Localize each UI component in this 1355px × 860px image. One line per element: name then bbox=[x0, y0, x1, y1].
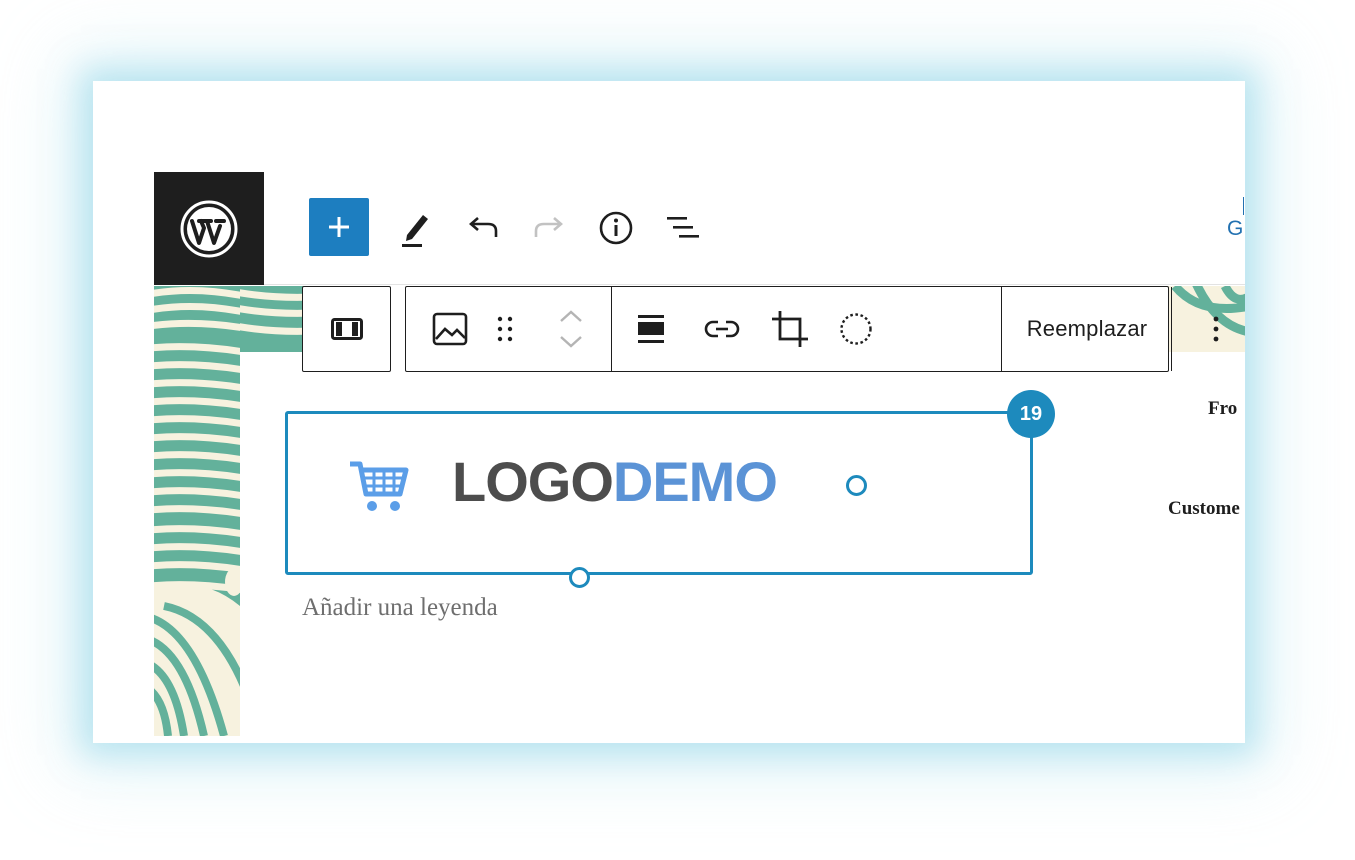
chevron-down-icon[interactable] bbox=[558, 334, 584, 350]
block-toolbar: Reemplazar bbox=[405, 286, 1219, 372]
details-button[interactable] bbox=[586, 198, 646, 258]
wordpress-logo-button[interactable] bbox=[154, 172, 264, 285]
more-options-icon bbox=[1213, 316, 1219, 342]
step-badge: 19 bbox=[1007, 390, 1055, 438]
resize-handle-bottom[interactable] bbox=[569, 567, 590, 588]
side-label-1: Fro bbox=[1208, 398, 1238, 419]
crop-button[interactable] bbox=[761, 287, 819, 371]
crop-icon bbox=[772, 311, 808, 347]
undo-icon bbox=[469, 217, 498, 237]
decorative-pattern-left bbox=[154, 286, 240, 736]
wordpress-logo-icon bbox=[180, 200, 238, 257]
logo-text: LOGODEMO bbox=[452, 454, 778, 510]
pencil-icon bbox=[402, 215, 428, 247]
redo-icon bbox=[534, 217, 563, 237]
redo-button[interactable] bbox=[519, 198, 579, 258]
drag-handle-icon bbox=[497, 316, 513, 342]
list-view-button[interactable] bbox=[653, 198, 713, 258]
link-button[interactable] bbox=[696, 287, 748, 371]
logo-text-part-2: DEMO bbox=[612, 450, 778, 513]
caption-input[interactable]: Añadir una leyenda bbox=[302, 594, 498, 622]
more-options-button[interactable] bbox=[1172, 287, 1245, 371]
align-icon bbox=[638, 315, 664, 343]
cart-icon bbox=[350, 461, 409, 511]
duotone-button[interactable] bbox=[831, 287, 881, 371]
chevron-up-icon[interactable] bbox=[558, 308, 584, 324]
image-block-button[interactable] bbox=[416, 287, 484, 371]
image-block[interactable]: LOGODEMO bbox=[285, 411, 1033, 575]
move-buttons bbox=[536, 287, 606, 371]
replace-label: Reemplazar bbox=[1026, 316, 1148, 341]
undo-button[interactable] bbox=[453, 198, 513, 258]
side-label-2: Custome bbox=[1168, 498, 1240, 519]
duotone-icon bbox=[840, 313, 872, 345]
resize-handle-right[interactable] bbox=[846, 475, 867, 496]
block-type-icon bbox=[330, 318, 363, 340]
block-toolbar-parent bbox=[302, 286, 391, 372]
replace-button[interactable]: Reemplazar bbox=[1002, 287, 1172, 371]
plus-icon bbox=[329, 217, 349, 237]
link-icon bbox=[704, 320, 740, 338]
image-icon bbox=[432, 312, 468, 346]
list-view-icon bbox=[667, 217, 699, 238]
info-icon bbox=[599, 211, 633, 245]
block-type-button[interactable] bbox=[303, 287, 390, 371]
header-edge-link[interactable]: G bbox=[1227, 197, 1245, 247]
editor-frame: G Reemplazar LOGODEMO 19 Añadir una leye… bbox=[93, 81, 1245, 743]
header-divider bbox=[264, 284, 1245, 285]
align-button[interactable] bbox=[626, 287, 676, 371]
add-block-button[interactable] bbox=[309, 198, 369, 256]
drag-handle[interactable] bbox=[484, 287, 526, 371]
tools-button[interactable] bbox=[385, 198, 445, 258]
logo-text-part-1: LOGO bbox=[452, 450, 614, 513]
